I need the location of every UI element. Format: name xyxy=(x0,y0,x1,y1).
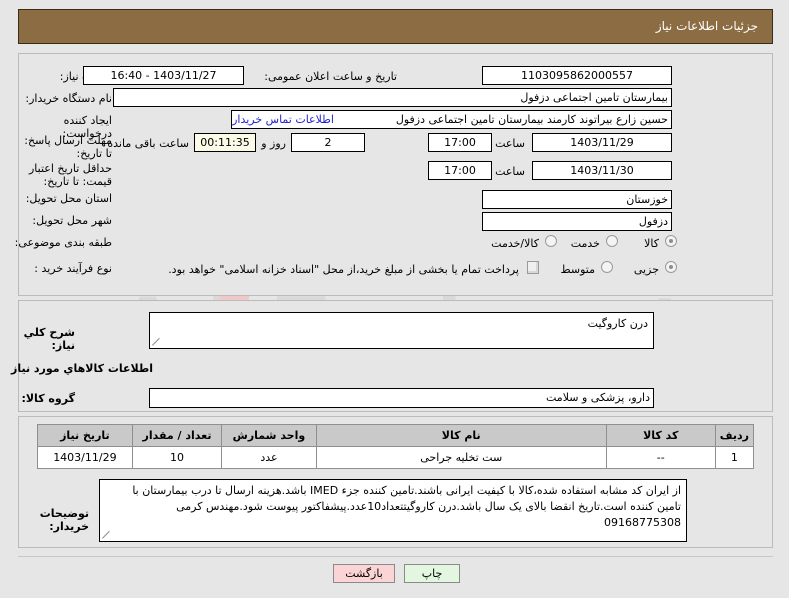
radio-process-minor[interactable] xyxy=(665,261,677,273)
resize-grip-icon-notes[interactable] xyxy=(102,530,112,540)
col-row-number: ردیف xyxy=(714,424,755,447)
col-product-code: کد کالا xyxy=(605,424,716,447)
delivery-city-label: شهر محل تحویل: xyxy=(32,214,112,227)
price-validity-date: 1403/11/30 xyxy=(532,161,672,180)
price-validity-hour-label: ساعت xyxy=(495,165,525,178)
cell-unit: عدد xyxy=(221,446,317,469)
radio-subject-service-label: خدمت xyxy=(570,237,600,250)
price-validity-label: حداقل تاریخ اعتبار قیمت: تا تاریخ: xyxy=(28,162,112,188)
cell-row-number: 1 xyxy=(714,446,755,469)
response-deadline-date: 1403/11/29 xyxy=(532,133,672,152)
footer-divider xyxy=(18,556,773,557)
radio-process-minor-label: جزیی xyxy=(633,263,659,276)
delivery-province-value: خوزستان xyxy=(482,190,672,209)
radio-subject-goods-label: کالا xyxy=(644,237,659,250)
need-summary-value: درن کاروگیت xyxy=(587,317,648,330)
delivery-city-value: دزفول xyxy=(482,212,672,231)
col-product-name: نام کالا xyxy=(315,424,607,447)
radio-subject-goods[interactable] xyxy=(665,235,677,247)
goods-table: ردیف کد کالا نام کالا واحد شمارش تعداد /… xyxy=(37,424,755,469)
cell-quantity: 10 xyxy=(131,446,223,469)
goods-group-label: گروه کالا: xyxy=(21,392,75,405)
response-deadline-hour: 17:00 xyxy=(428,133,492,152)
need-number-value: 1103095862000557 xyxy=(482,66,672,85)
response-deadline-hour-label: ساعت xyxy=(495,137,525,150)
response-deadline-label: مهلت ارسال پاسخ: تا تاریخ: xyxy=(24,134,112,160)
col-unit: واحد شمارش xyxy=(221,424,317,447)
cell-need-date: 1403/11/29 xyxy=(37,446,133,469)
need-summary-label: شرح کلي نیاز: xyxy=(23,326,75,352)
page-root: AriaTender.net جزئیات اطلاعات نیاز شماره… xyxy=(0,0,789,598)
subject-category-label: طبقه بندی موضوعی: xyxy=(14,236,112,249)
price-validity-hour: 17:00 xyxy=(428,161,492,180)
buyer-org-label: نام دستگاه خریدار: xyxy=(25,92,112,105)
buyer-notes-label: توضیحات خریدار: xyxy=(39,507,89,533)
radio-process-medium[interactable] xyxy=(601,261,613,273)
buyer-org-value: بیمارستان تامین اجتماعی دزفول xyxy=(113,88,672,107)
announcement-datetime-value: 1403/11/27 - 16:40 xyxy=(83,66,244,85)
cell-product-code: -- xyxy=(605,446,716,469)
radio-subject-service[interactable] xyxy=(606,235,618,247)
treasury-documents-checkbox[interactable] xyxy=(527,261,539,274)
col-need-date: تاریخ نیاز xyxy=(37,424,133,447)
goods-group-value: دارو، پزشکی و سلامت xyxy=(149,388,654,408)
delivery-province-label: استان محل تحویل: xyxy=(25,192,112,205)
buyer-contact-link[interactable]: اطلاعات تماس خریدار xyxy=(232,113,334,126)
resize-grip-icon[interactable] xyxy=(152,337,162,347)
cell-product-name: ست تخلیه جراحی xyxy=(315,446,607,469)
buyer-notes-textarea[interactable]: از ایران کد مشابه استفاده شده،کالا با کی… xyxy=(99,479,687,542)
col-quantity: تعداد / مقدار xyxy=(131,424,223,447)
response-deadline-countdown: 00:11:35 xyxy=(194,133,256,152)
table-row: 1 -- ست تخلیه جراحی عدد 10 1403/11/29 xyxy=(37,446,755,469)
treasury-documents-label: پرداخت تمام یا بخشی از مبلغ خرید،از محل … xyxy=(168,263,519,276)
print-button[interactable]: چاپ xyxy=(404,564,460,583)
radio-subject-goods-service[interactable] xyxy=(545,235,557,247)
back-button[interactable]: بازگشت xyxy=(333,564,395,583)
response-deadline-countdown-label: ساعت باقی مانده xyxy=(107,137,189,150)
table-header-row: ردیف کد کالا نام کالا واحد شمارش تعداد /… xyxy=(37,424,755,447)
radio-subject-goods-service-label: کالا/خدمت xyxy=(491,237,539,250)
need-summary-textarea[interactable]: درن کاروگیت xyxy=(149,312,654,349)
response-deadline-days-separator: روز و xyxy=(261,137,286,150)
page-title: جزئیات اطلاعات نیاز xyxy=(655,19,758,33)
page-title-bar: جزئیات اطلاعات نیاز xyxy=(18,9,773,44)
response-deadline-days: 2 xyxy=(291,133,365,152)
goods-section-title: اطلاعات کالاهاي مورد نیاز xyxy=(11,362,153,375)
radio-process-medium-label: متوسط xyxy=(560,263,595,276)
announcement-datetime-label: تاریخ و ساعت اعلان عمومی: xyxy=(264,70,397,83)
buyer-notes-value: از ایران کد مشابه استفاده شده،کالا با کی… xyxy=(132,484,681,529)
